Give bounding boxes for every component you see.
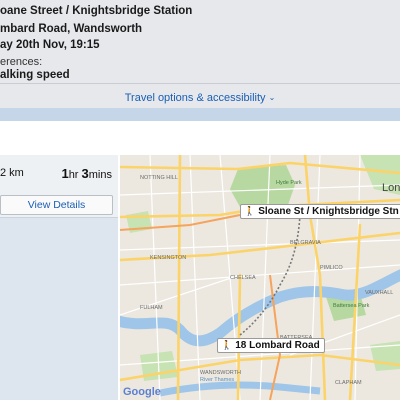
map-canvas xyxy=(120,155,400,400)
route-duration: 1hr 3mins xyxy=(61,166,112,181)
journey-summary: oane Street / Knightsbridge Station mbar… xyxy=(0,0,400,121)
place-label: BELGRAVIA xyxy=(290,240,321,246)
results-column: 2 km 1hr 3mins View Details xyxy=(0,155,118,400)
hyde-park-area xyxy=(230,165,295,207)
travel-options-link[interactable]: Travel options & accessibility ⌄ xyxy=(0,92,400,104)
place-label: FULHAM xyxy=(140,305,163,311)
place-label: KENSINGTON xyxy=(150,255,187,261)
route-result-card[interactable]: 2 km 1hr 3mins View Details xyxy=(0,155,118,218)
end-marker-label[interactable]: 🚶 18 Lombard Road xyxy=(217,338,325,353)
summary-divider xyxy=(0,83,400,84)
city-label: Lon xyxy=(382,182,400,194)
place-label: PIMLICO xyxy=(320,265,343,271)
route-distance: 2 km xyxy=(0,167,24,179)
route-map[interactable]: Hyde Park Battersea Park Lon KENSINGTON … xyxy=(120,155,400,400)
place-label: VAUXHALL xyxy=(365,290,394,296)
map-attribution: Google xyxy=(123,386,161,398)
preferences-label: erences: xyxy=(0,56,43,68)
journey-from: oane Street / Knightsbridge Station xyxy=(0,5,193,17)
hyde-park-label: Hyde Park xyxy=(276,180,302,186)
river-wandle xyxy=(159,381,321,397)
river-label: River Thames xyxy=(200,377,235,383)
place-label: WANDSWORTH xyxy=(200,370,241,376)
place-label: CHELSEA xyxy=(230,275,256,281)
travel-options-label: Travel options & accessibility xyxy=(124,92,266,104)
place-label: NOTTING HILL xyxy=(140,175,178,181)
battersea-park-label: Battersea Park xyxy=(333,303,370,309)
place-label: CLAPHAM xyxy=(335,380,362,386)
walking-person-icon: 🚶 xyxy=(221,340,233,350)
journey-to: mbard Road, Wandsworth xyxy=(0,23,143,35)
walking-speed-value: alking speed xyxy=(0,69,70,81)
start-marker-label[interactable]: 🚶 Sloane St / Knightsbridge Stn xyxy=(240,204,400,219)
walking-person-icon: 🚶 xyxy=(244,206,256,216)
chevron-down-icon: ⌄ xyxy=(268,93,276,102)
section-divider-strip xyxy=(0,108,400,121)
journey-time: ay 20th Nov, 19:15 xyxy=(0,39,100,51)
view-details-button[interactable]: View Details xyxy=(0,195,113,215)
